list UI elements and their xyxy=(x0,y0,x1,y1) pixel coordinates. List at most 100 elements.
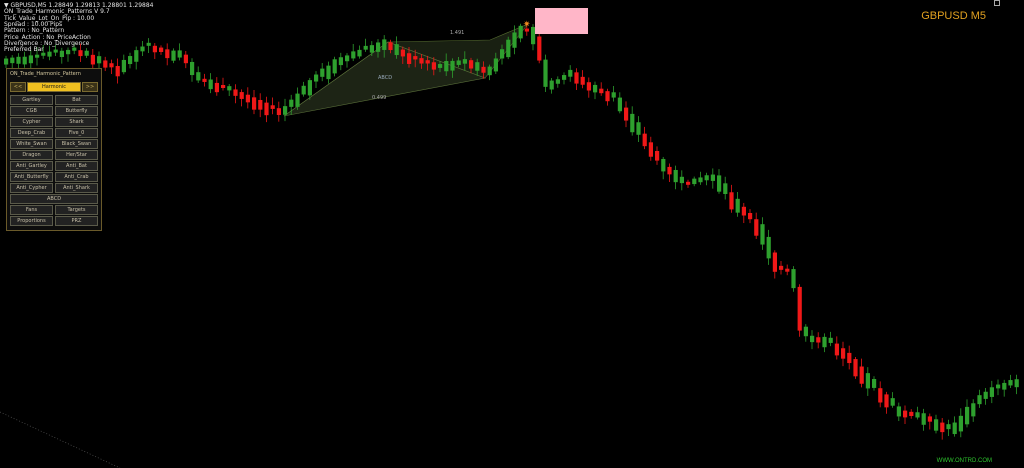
pattern-button[interactable]: Black_Swan xyxy=(55,139,98,149)
bull-candle xyxy=(66,49,71,55)
bear-candle xyxy=(779,265,784,270)
chart-area[interactable]: ✷ xyxy=(0,0,1024,468)
bear-candle xyxy=(413,56,418,60)
bear-candle xyxy=(214,82,219,93)
bull-candle xyxy=(475,62,480,71)
pattern-button[interactable]: Anti_Gartley xyxy=(10,161,53,171)
pattern-button[interactable]: Anti_Shark xyxy=(55,183,98,193)
bull-candle xyxy=(338,57,343,66)
pattern-button[interactable]: White_Swan xyxy=(10,139,53,149)
trend-line xyxy=(0,411,121,468)
pattern-button[interactable]: Bat xyxy=(55,95,98,105)
bull-candle xyxy=(723,183,728,195)
bear-candle xyxy=(574,72,579,84)
bull-candle xyxy=(568,69,573,77)
bear-candle xyxy=(221,85,226,88)
pattern-button[interactable]: Her/Star xyxy=(55,150,98,160)
bull-candle xyxy=(717,175,722,192)
pattern-button[interactable]: Gartley xyxy=(10,95,53,105)
bear-candle xyxy=(276,108,281,115)
bull-candle xyxy=(698,177,703,183)
bull-candle xyxy=(704,175,709,181)
bull-candle xyxy=(363,45,368,50)
bear-candle xyxy=(599,88,604,94)
bull-candle xyxy=(16,56,21,64)
pattern-button[interactable]: Shark xyxy=(55,117,98,127)
bull-candle xyxy=(1014,379,1019,388)
bull-candle xyxy=(810,335,815,343)
bear-candle xyxy=(388,42,393,51)
bear-candle xyxy=(537,36,542,61)
bull-candle xyxy=(97,56,102,64)
bull-candle xyxy=(369,45,374,53)
window-corner-icon[interactable] xyxy=(994,0,1000,6)
candlestick-chart[interactable]: ✷ xyxy=(0,0,1024,468)
bull-candle xyxy=(351,51,356,59)
bear-candle xyxy=(748,213,753,220)
bear-candle xyxy=(655,151,660,161)
bear-candle xyxy=(407,53,412,64)
tab-harmonic[interactable]: Harmonic xyxy=(27,82,81,92)
bull-candle xyxy=(134,50,139,62)
bull-candle xyxy=(562,75,567,80)
pattern-button[interactable]: Butterfly xyxy=(55,106,98,116)
pattern-button[interactable]: Five_0 xyxy=(55,128,98,138)
bull-candle xyxy=(921,413,926,425)
bull-candle xyxy=(611,92,616,98)
bear-candle xyxy=(940,422,945,433)
tool-button[interactable]: PRZ xyxy=(55,216,98,226)
bull-candle xyxy=(915,412,920,418)
pattern-button[interactable]: CGB xyxy=(10,106,53,116)
bull-candle xyxy=(661,158,666,172)
bear-candle xyxy=(624,107,629,121)
bear-candle xyxy=(648,142,653,157)
pattern-button[interactable]: Anti_Cypher xyxy=(10,183,53,193)
bull-candle xyxy=(190,61,195,76)
bull-candle xyxy=(47,51,52,57)
bear-candle xyxy=(909,411,914,417)
bull-candle xyxy=(958,415,963,432)
bull-candle xyxy=(171,50,176,61)
pattern-button[interactable]: Anti_Bat xyxy=(55,161,98,171)
bull-candle xyxy=(673,169,678,183)
bear-candle xyxy=(605,91,610,102)
bull-candle xyxy=(965,406,970,425)
bull-candle xyxy=(692,178,697,185)
pattern-button[interactable]: Cypher xyxy=(10,117,53,127)
tool-button[interactable]: Proportions xyxy=(10,216,53,226)
bull-candle xyxy=(543,59,548,87)
bear-candle xyxy=(580,76,585,85)
bull-candle xyxy=(735,198,740,213)
bear-candle xyxy=(903,410,908,418)
bull-candle xyxy=(679,176,684,184)
tool-button[interactable]: Targets xyxy=(55,205,98,215)
bull-candle xyxy=(710,174,715,181)
tab-prev[interactable]: << xyxy=(10,82,26,92)
bear-candle xyxy=(115,66,120,77)
tool-button[interactable]: Fans xyxy=(10,205,53,215)
pattern-button[interactable]: Dragon xyxy=(10,150,53,160)
bull-candle xyxy=(593,84,598,93)
bull-candle xyxy=(890,398,895,406)
bull-candle xyxy=(307,80,312,96)
ratio-top-label: 1.491 xyxy=(450,30,465,36)
pattern-button[interactable]: Deep_Crab xyxy=(10,128,53,138)
bull-candle xyxy=(636,122,641,135)
bull-candle xyxy=(295,93,300,107)
bear-candle xyxy=(772,252,777,272)
pattern-name-label: ABCD xyxy=(378,75,393,81)
pattern-button[interactable]: Anti_Butterfly xyxy=(10,172,53,182)
bull-candle xyxy=(791,269,796,289)
bear-candle xyxy=(90,54,95,65)
tab-next[interactable]: >> xyxy=(82,82,98,92)
bear-candle xyxy=(642,133,647,147)
bear-candle xyxy=(853,359,858,377)
bull-candle xyxy=(4,58,9,65)
bear-candle xyxy=(686,181,691,185)
bear-candle xyxy=(258,99,263,110)
bear-candle xyxy=(469,60,474,69)
bull-candle xyxy=(896,406,901,417)
abcd-button[interactable]: ABCD xyxy=(10,194,98,204)
pattern-button[interactable]: Anti_Crab xyxy=(55,172,98,182)
bull-candle xyxy=(28,55,33,64)
